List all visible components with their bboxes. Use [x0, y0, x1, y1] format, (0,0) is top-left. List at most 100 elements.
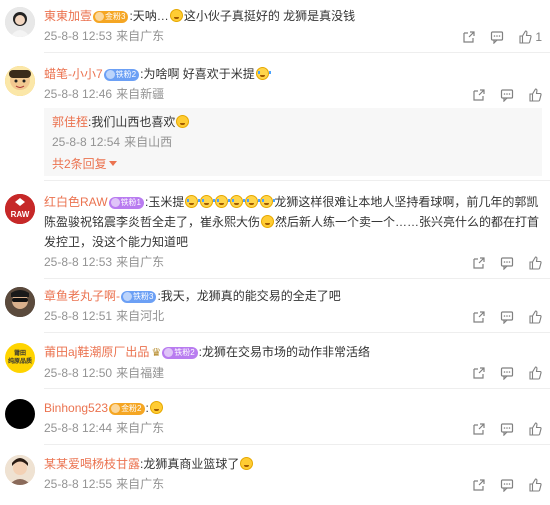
divider	[44, 52, 550, 53]
emoji-icon	[260, 195, 276, 208]
comment-time: 25-8-8 12:55	[44, 477, 113, 491]
crown-icon: ♛	[151, 347, 162, 359]
share-icon	[473, 367, 485, 379]
divider	[44, 180, 550, 181]
comment-location: 来自广东	[116, 255, 165, 269]
reply-text: 郭佳桎:我们山西也喜欢	[52, 112, 534, 132]
thumbs-up-icon	[529, 256, 542, 270]
comment-icon	[500, 423, 514, 436]
thumbs-up-icon	[529, 366, 542, 380]
username[interactable]: 红白色RAW	[44, 195, 108, 209]
comment-button[interactable]	[500, 366, 514, 380]
avatar[interactable]	[5, 287, 35, 317]
fan-badge[interactable]: 金粉2	[109, 403, 145, 415]
share-icon	[463, 31, 475, 43]
comment-text: Binhong523 金粉2:	[44, 398, 542, 418]
comment-button[interactable]	[500, 256, 514, 270]
comment-text: 莆田aj鞋潮原厂出品 ♛ 铁粉2:龙狮在交易市场的动作非常活络	[44, 342, 542, 363]
comment-text: 章鱼老丸子啊- 铁粉3:我天，龙狮真的能交易的全走了吧	[44, 289, 341, 303]
comment-actions	[458, 256, 542, 270]
username[interactable]: 某某爱喝杨枝甘露	[44, 457, 140, 471]
comment-location: 来自广东	[116, 477, 165, 491]
comment-time: 25-8-8 12:51	[44, 309, 113, 323]
comment-button[interactable]	[500, 88, 514, 102]
comment-location: 来自福建	[116, 366, 165, 380]
share-button[interactable]	[472, 310, 486, 324]
share-button[interactable]	[472, 366, 486, 380]
fan-badge[interactable]: 铁粉3	[121, 291, 157, 303]
emoji-icon	[261, 215, 275, 228]
comment-item: 莆田 纯原品质 莆田aj鞋潮原厂出品 ♛ 铁粉2:龙狮在交易市场的动作非常活络 25…	[0, 340, 550, 389]
like-button[interactable]	[528, 256, 542, 270]
comment-actions	[458, 366, 542, 380]
avatar[interactable]	[5, 66, 35, 96]
fan-badge[interactable]: 金粉3	[93, 11, 129, 23]
comment-icon	[500, 479, 514, 492]
comment-button[interactable]	[500, 422, 514, 436]
share-icon	[473, 423, 485, 435]
divider	[44, 332, 550, 333]
comment-item: 蜡笔-小小7 铁粉2:为啥啊 好喜欢于米提 25-8-8 12:46 来自新疆 郭佳…	[0, 62, 550, 184]
comment-time: 25-8-8 12:53	[44, 29, 113, 43]
comment-text: 某某爱喝杨枝甘露:龙狮真商业篮球了	[44, 454, 542, 474]
comment-icon	[500, 89, 514, 102]
comment-icon	[500, 311, 514, 324]
reply-username[interactable]: 郭佳桎	[52, 115, 88, 129]
comment-location: 来自广东	[116, 421, 165, 435]
comment-item: 某某爱喝杨枝甘露:龙狮真商业篮球了 25-8-8 12:55 来自广东	[0, 452, 550, 498]
comment-text: 東東加壹 金粉3:天呐… 这小伙子真挺好的 龙狮是真没钱	[44, 9, 356, 23]
divider	[44, 388, 550, 389]
comment-item: Binhong523 金粉2: 25-8-8 12:44 来自广东	[0, 396, 550, 445]
like-button[interactable]	[528, 478, 542, 492]
avatar[interactable]: RAW	[5, 194, 35, 224]
emoji-icon	[185, 195, 201, 208]
like-button[interactable]	[528, 366, 542, 380]
username[interactable]: 莆田aj鞋潮原厂出品	[44, 345, 149, 359]
emoji-icon	[215, 195, 231, 208]
like-button[interactable]	[528, 310, 542, 324]
share-button[interactable]	[472, 478, 486, 492]
divider	[44, 278, 550, 279]
avatar-label: 莆田 纯原品质	[7, 351, 32, 365]
comment-button[interactable]	[490, 30, 504, 44]
avatar[interactable]: 莆田 纯原品质	[5, 343, 35, 373]
comment-item: 東東加壹 金粉3:天呐… 这小伙子真挺好的 龙狮是真没钱 25-8-8 12:53 来…	[0, 4, 550, 53]
more-replies-link[interactable]: 共2条回复	[52, 155, 534, 173]
fan-badge[interactable]: 铁粉2	[103, 69, 140, 81]
like-button[interactable]	[528, 422, 542, 436]
comment-button[interactable]	[500, 310, 514, 324]
comment-location: 来自广东	[116, 29, 165, 43]
comment-text: 蜡笔-小小7 铁粉2:为啥啊 好喜欢于米提	[44, 64, 542, 84]
comment-time: 25-8-8 12:46	[44, 87, 113, 101]
comment-actions	[458, 310, 542, 324]
emoji-icon	[169, 9, 183, 22]
thumbs-up-icon	[529, 478, 542, 492]
share-button[interactable]	[462, 30, 476, 44]
share-button[interactable]	[472, 422, 486, 436]
comment-actions: 1	[448, 30, 542, 44]
share-icon	[473, 479, 485, 491]
avatar[interactable]	[5, 399, 35, 429]
avatar-label: RAW	[10, 210, 30, 219]
username[interactable]: Binhong523	[44, 401, 108, 415]
thumbs-up-icon	[519, 30, 532, 44]
like-button[interactable]	[528, 88, 542, 102]
username[interactable]: 東東加壹	[44, 9, 92, 23]
avatar[interactable]	[5, 455, 35, 485]
comment-button[interactable]	[500, 478, 514, 492]
thumbs-up-icon	[529, 88, 542, 102]
avatar[interactable]	[5, 7, 35, 37]
emoji-icon	[255, 67, 271, 80]
emoji-icon	[149, 401, 163, 414]
username[interactable]: 章鱼老丸子啊-	[44, 289, 120, 303]
fan-badge[interactable]: 铁粉1	[108, 197, 145, 209]
reply-location: 来自山西	[124, 135, 173, 149]
fan-badge[interactable]: 铁粉2	[162, 347, 198, 359]
comment-actions	[458, 422, 542, 436]
share-button[interactable]	[472, 256, 486, 270]
comment-item: 章鱼老丸子啊- 铁粉3:我天，龙狮真的能交易的全走了吧 25-8-8 12:51 来…	[0, 284, 550, 333]
like-button[interactable]: 1	[518, 30, 542, 44]
emoji-icon	[240, 457, 254, 470]
share-button[interactable]	[472, 88, 486, 102]
username[interactable]: 蜡笔-小小7	[44, 67, 103, 81]
